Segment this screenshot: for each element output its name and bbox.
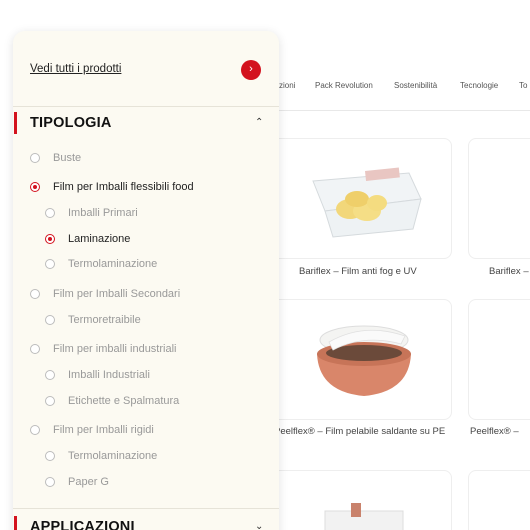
radio-button[interactable] [45, 370, 55, 380]
view-all-products-link[interactable]: Vedi tutti i prodotti [30, 63, 121, 75]
radio-button[interactable] [30, 153, 40, 163]
radio-button[interactable] [45, 315, 55, 325]
filter-option-label: Film per Imballi Secondari [53, 288, 181, 300]
nav-item-pack-revolution[interactable]: Pack Revolution [315, 81, 373, 90]
product-image [317, 325, 411, 396]
filter-option[interactable]: Imballi Industriali [45, 367, 150, 383]
product-card[interactable] [268, 138, 452, 259]
filter-option-label: Laminazione [68, 233, 131, 245]
filter-option-label: Etichette e Spalmatura [68, 395, 180, 407]
section-title-tipologia[interactable]: TIPOLOGIA [30, 115, 112, 131]
product-card[interactable] [468, 299, 530, 420]
filter-option-label: Imballi Primari [68, 207, 138, 219]
section-accent-bar [14, 516, 17, 530]
filter-option[interactable]: Termolaminazione [45, 448, 157, 464]
product-title[interactable]: Peelflex® – [470, 426, 519, 437]
nav-divider [278, 110, 530, 111]
panel-divider [13, 106, 279, 107]
panel-divider [13, 508, 279, 509]
radio-button[interactable] [45, 208, 55, 218]
filter-option-label: Termolaminazione [68, 450, 158, 462]
section-accent-bar [14, 112, 17, 134]
filter-option-label: Film per Imballi rigidi [53, 424, 154, 436]
filter-option[interactable]: Film per Imballi flessibili food [30, 179, 194, 195]
filter-option[interactable]: Buste [30, 150, 81, 166]
radio-button[interactable] [45, 259, 55, 269]
radio-button[interactable] [45, 396, 55, 406]
nav-item-sostenibilita[interactable]: Sostenibilità [394, 81, 437, 90]
radio-button[interactable] [30, 289, 40, 299]
filter-option[interactable]: Film per Imballi Secondari [30, 286, 180, 302]
filter-option[interactable]: Imballi Primari [45, 205, 138, 221]
product-title[interactable]: Peelflex® – Film pelabile saldante su PE [274, 426, 445, 437]
filter-option[interactable]: Film per Imballi rigidi [30, 422, 154, 438]
filter-option-label: Imballi Industriali [68, 369, 150, 381]
filter-panel: Vedi tutti i prodotti › TIPOLOGIA ⌃ Bust… [13, 31, 279, 530]
filter-option-label: Termoretraibile [68, 314, 141, 326]
filter-option[interactable]: Laminazione [45, 231, 130, 247]
product-image [324, 503, 404, 530]
chevron-right-icon[interactable]: › [241, 60, 261, 80]
radio-button-selected[interactable] [45, 234, 55, 244]
filter-option-label: Film per imballi industriali [53, 343, 177, 355]
product-image [312, 167, 422, 238]
chevron-down-icon[interactable]: ⌄ [255, 521, 263, 530]
product-card[interactable] [468, 470, 530, 530]
product-title[interactable]: Bariflex – Film anti fog e UV [299, 266, 417, 277]
product-card[interactable] [468, 138, 530, 259]
radio-button[interactable] [45, 477, 55, 487]
filter-option[interactable]: Termoretraibile [45, 312, 141, 328]
radio-button-selected[interactable] [30, 182, 40, 192]
filter-option-label: Buste [53, 152, 82, 164]
filter-option[interactable]: Film per imballi industriali [30, 341, 176, 357]
filter-option-label: Film per Imballi flessibili food [53, 181, 194, 193]
filter-option[interactable]: Paper G [45, 474, 109, 490]
product-card[interactable] [268, 299, 452, 420]
radio-button[interactable] [30, 425, 40, 435]
product-card[interactable] [268, 470, 452, 530]
nav-item-tecnologie[interactable]: Tecnologie [460, 81, 498, 90]
product-title[interactable]: Bariflex – [489, 266, 529, 277]
section-title-applicazioni[interactable]: APPLICAZIONI [30, 519, 135, 530]
chevron-up-icon[interactable]: ⌃ [255, 117, 263, 128]
nav-item-truncated[interactable]: To [519, 81, 527, 90]
filter-option[interactable]: Termolaminazione [45, 256, 157, 272]
radio-button[interactable] [45, 451, 55, 461]
radio-button[interactable] [30, 344, 40, 354]
filter-option-label: Termolaminazione [68, 258, 158, 270]
nav-item-promozioni[interactable]: zioni [279, 81, 295, 90]
filter-option[interactable]: Etichette e Spalmatura [45, 393, 179, 409]
filter-option-label: Paper G [68, 476, 109, 488]
